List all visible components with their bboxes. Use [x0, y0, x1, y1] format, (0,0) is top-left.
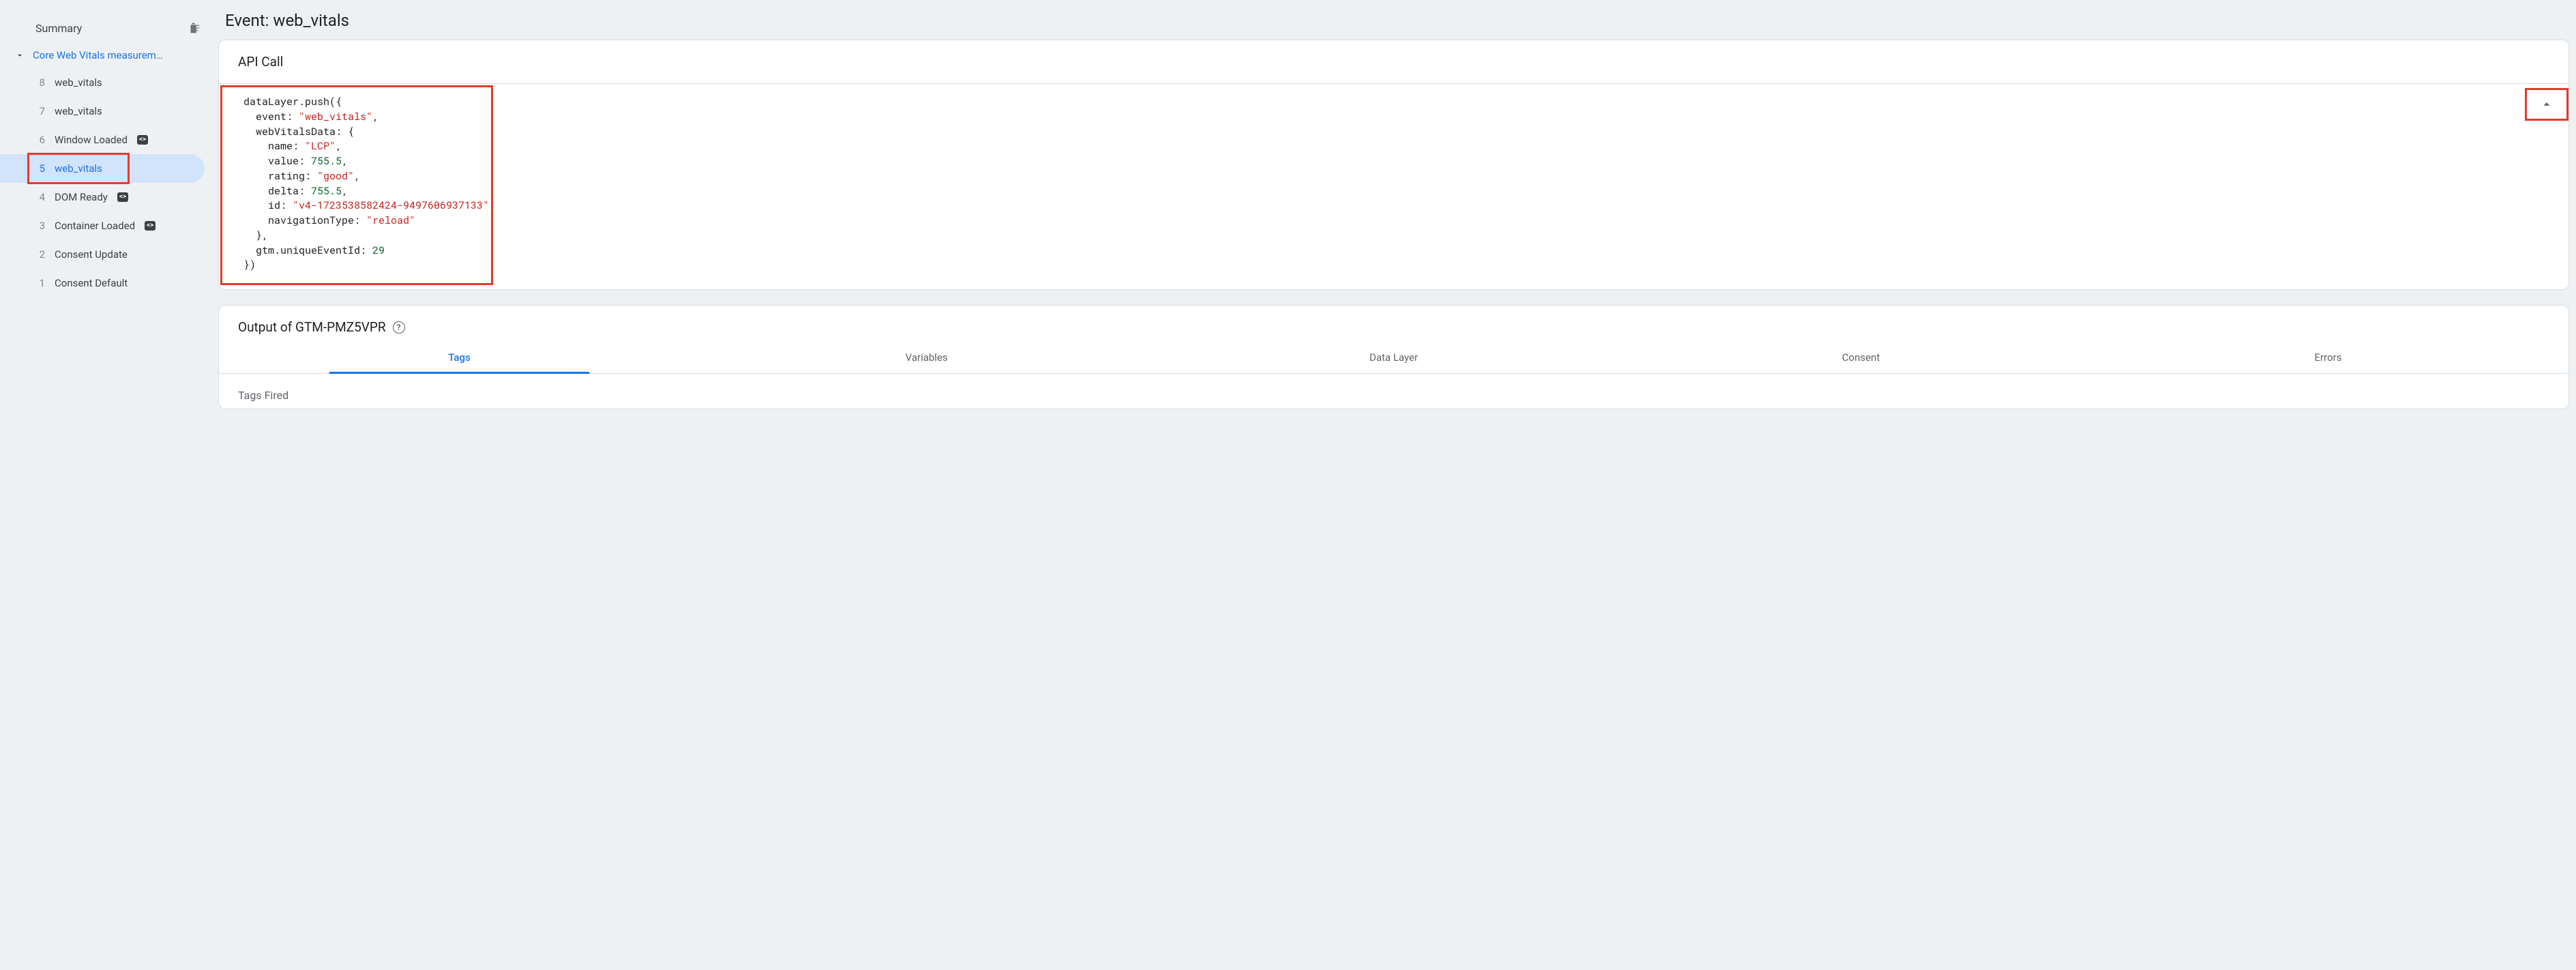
tabs: TagsVariablesData LayerConsentErrors [219, 342, 2568, 374]
event-number: 8 [35, 76, 45, 89]
event-label: Window Loaded [55, 134, 128, 146]
api-call-card: API Call dataLayer.push({ event: "web_vi… [218, 40, 2569, 290]
main: Event: web_vitals API Call dataLayer.pus… [218, 0, 2576, 970]
event-number: 6 [35, 134, 45, 146]
event-label: Consent Default [55, 277, 128, 289]
event-list: 8web_vitals7web_vitals6Window Loaded<>5w… [0, 68, 218, 297]
event-number: 5 [35, 162, 45, 175]
api-call-header: API Call [219, 40, 2568, 84]
event-label: web_vitals [55, 105, 102, 117]
code-block: dataLayer.push({ event: "web_vitals", we… [238, 91, 2549, 277]
tab-consent[interactable]: Consent [1627, 342, 2094, 373]
output-header: Output of GTM-PMZ5VPR ? [219, 306, 2568, 342]
tags-fired-label: Tags Fired [219, 374, 2568, 409]
sidebar: Summary Core Web Vitals measurem… 8 web_v… [0, 0, 218, 970]
event-label: Container Loaded [55, 220, 135, 232]
code-chip-icon: <> [137, 135, 148, 145]
sidebar-event-item[interactable]: 1 Consent Default [0, 269, 205, 297]
sidebar-event-item[interactable]: 8 web_vitals [0, 68, 205, 97]
event-number: 3 [35, 220, 45, 232]
event-label: DOM Ready [55, 191, 108, 203]
sidebar-event-item[interactable]: 3 Container Loaded <> [0, 211, 205, 240]
event-label: web_vitals [55, 162, 102, 175]
sidebar-event-item[interactable]: 2 Consent Update [0, 240, 205, 269]
collapse-button[interactable] [2534, 92, 2559, 117]
summary-header[interactable]: Summary [0, 14, 218, 42]
output-card: Output of GTM-PMZ5VPR ? TagsVariablesDat… [218, 305, 2569, 409]
code-chip-icon: <> [145, 221, 156, 231]
code-chip-icon: <> [117, 192, 128, 202]
chevron-down-icon [14, 49, 26, 61]
api-call-body: dataLayer.push({ event: "web_vitals", we… [219, 84, 2568, 289]
chevron-up-icon [2539, 97, 2554, 112]
sidebar-event-item[interactable]: 4 DOM Ready <> [0, 183, 205, 211]
summary-label: Summary [35, 22, 82, 35]
clear-icon[interactable] [187, 20, 202, 35]
group-label: Core Web Vitals measurem… [33, 49, 202, 61]
event-number: 1 [35, 277, 45, 289]
help-icon[interactable]: ? [393, 321, 405, 334]
sidebar-event-item[interactable]: 5 web_vitals [0, 154, 205, 183]
sidebar-event-item[interactable]: 6 Window Loaded <> [0, 126, 205, 154]
page-title: Event: web_vitals [218, 5, 2569, 40]
tab-tags[interactable]: Tags [226, 342, 693, 373]
event-number: 4 [35, 191, 45, 203]
tab-errors[interactable]: Errors [2094, 342, 2562, 373]
event-label: web_vitals [55, 76, 102, 89]
event-label: Consent Update [55, 248, 128, 261]
event-number: 7 [35, 105, 45, 117]
tab-data-layer[interactable]: Data Layer [1160, 342, 1627, 373]
group-header[interactable]: Core Web Vitals measurem… [0, 42, 218, 68]
event-number: 2 [35, 248, 45, 261]
tab-variables[interactable]: Variables [693, 342, 1160, 373]
sidebar-event-item[interactable]: 7 web_vitals [0, 97, 205, 126]
output-title: Output of GTM-PMZ5VPR [238, 319, 386, 335]
